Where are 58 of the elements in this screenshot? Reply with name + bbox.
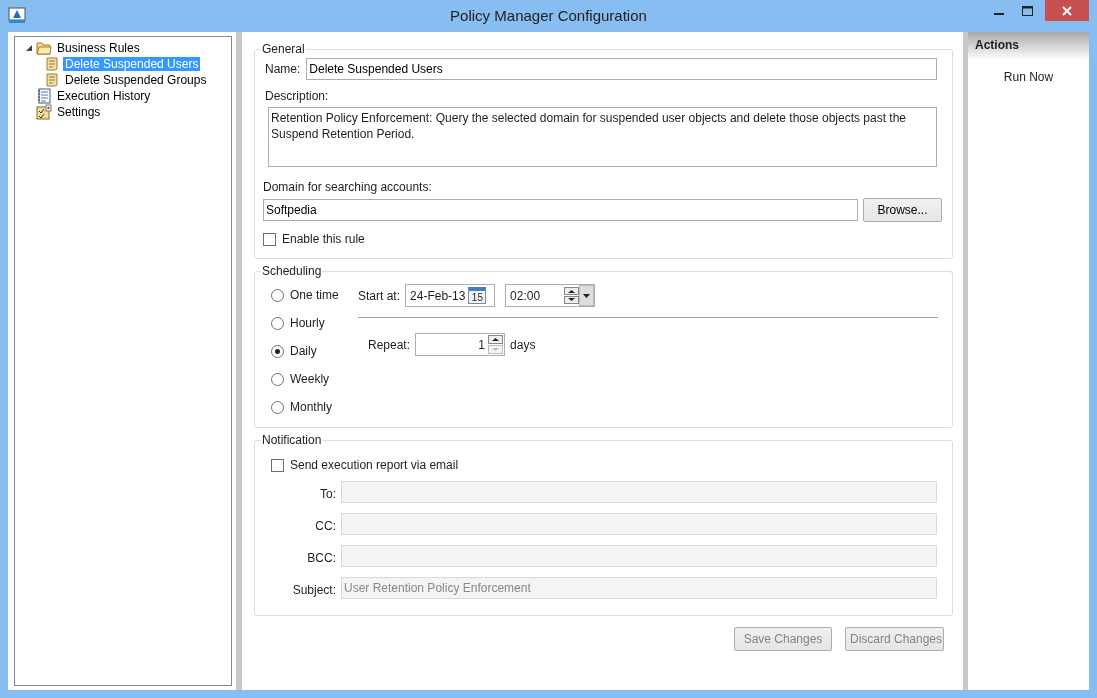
expanded-triangle-icon[interactable] — [25, 44, 33, 52]
enable-checkbox[interactable] — [263, 232, 276, 246]
radio-label: Weekly — [290, 372, 330, 386]
radio-button[interactable] — [271, 288, 284, 302]
start-label: Start at: — [358, 288, 401, 303]
section-title: Notification — [261, 433, 323, 447]
tree-item[interactable]: Delete Suspended Groups — [63, 73, 209, 87]
radio-label: One time — [290, 288, 339, 302]
window-title: Policy Manager Configuration — [450, 7, 647, 24]
repeat-field[interactable]: 1 — [415, 333, 506, 356]
spin-arrows-icon[interactable] — [488, 335, 504, 354]
radio-button[interactable] — [271, 316, 284, 330]
close-button[interactable] — [1045, 0, 1089, 21]
repeat-value: 1 — [477, 337, 487, 352]
domain-field[interactable]: Softpedia — [263, 199, 858, 221]
time-field[interactable]: 02:00 — [505, 284, 596, 307]
radio-label: Hourly — [290, 316, 325, 330]
maximize-icon[interactable] — [1021, 5, 1033, 16]
scroll-icon — [44, 72, 60, 88]
run-now-link[interactable]: Run Now — [1003, 70, 1054, 84]
enable-label: Enable this rule — [282, 232, 365, 246]
folder-icon — [36, 41, 52, 55]
checklist-icon — [36, 104, 52, 120]
send-checkbox[interactable] — [271, 458, 284, 472]
radio-button[interactable] — [271, 372, 284, 386]
section-title: General — [261, 42, 306, 56]
date-value: 24-Feb-13 — [410, 288, 466, 303]
days-label: days — [510, 337, 536, 352]
section-title: Scheduling — [261, 264, 323, 278]
tree-item[interactable]: Settings — [55, 105, 103, 119]
app-icon — [8, 7, 26, 25]
calendar-icon[interactable]: 15 — [468, 287, 487, 304]
tree-item[interactable]: Execution History — [55, 89, 153, 103]
date-field[interactable]: 24-Feb-13 15 — [405, 284, 496, 307]
radio-label: Daily — [290, 344, 317, 358]
send-label: Send execution report via email — [290, 458, 459, 472]
radio-button[interactable] — [271, 400, 284, 414]
scroll-icon — [44, 56, 60, 72]
spin-arrows-icon[interactable] — [564, 287, 580, 304]
field-label: BCC: — [306, 551, 336, 565]
name-label: Name: — [265, 62, 301, 76]
name-field[interactable]: Delete Suspended Users — [306, 58, 937, 80]
repeat-label: Repeat: — [368, 337, 411, 352]
description-field[interactable]: Retention Policy Enforcement: Query the selected domain for suspended user objects and delete those objects past the Suspend Retention Period. — [268, 107, 937, 167]
close-icon[interactable] — [1062, 5, 1072, 16]
actions-header: Actions — [968, 32, 1089, 60]
radio-button[interactable] — [271, 344, 284, 358]
time-value: 02:00 — [510, 288, 542, 303]
notebook-icon — [36, 88, 52, 104]
radio-label: Monthly — [290, 400, 333, 414]
field-label: To: — [319, 487, 336, 501]
browse-button[interactable]: Browse... — [863, 198, 942, 222]
domain-label: Domain for searching accounts: — [263, 180, 432, 194]
dropdown-arrow-icon[interactable] — [579, 285, 595, 306]
field-label: Subject: — [291, 583, 336, 597]
description-label: Description: — [265, 89, 329, 103]
field-label: CC: — [314, 519, 336, 533]
tree-item[interactable]: Business Rules — [55, 41, 142, 55]
